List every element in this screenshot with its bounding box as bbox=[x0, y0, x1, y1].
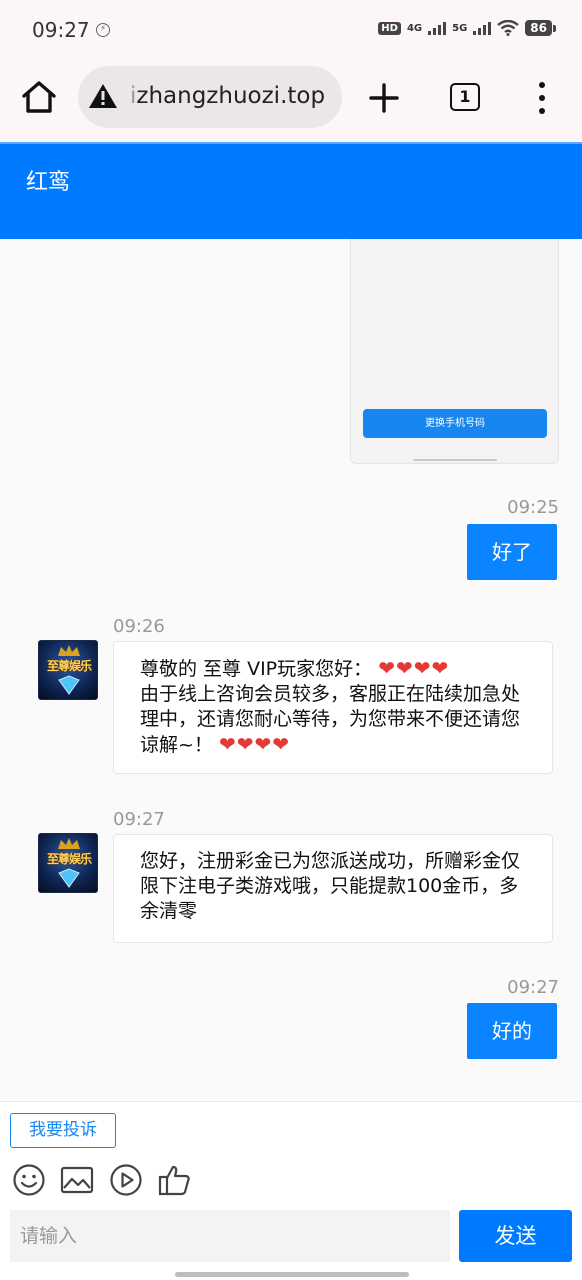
image-icon[interactable] bbox=[60, 1163, 94, 1197]
diamond-icon bbox=[58, 675, 80, 695]
status-time: 09:27 bbox=[32, 18, 90, 42]
browser-toolbar: izhangzhuozi.top 1 bbox=[0, 60, 582, 142]
app-header: 红鸾 bbox=[0, 142, 582, 239]
more-menu-icon[interactable] bbox=[532, 78, 552, 118]
outgoing-message: 好了 bbox=[467, 524, 557, 580]
page-title: 红鸾 bbox=[26, 170, 71, 195]
emoji-icon[interactable] bbox=[12, 1163, 46, 1197]
previous-message-card: 更换手机号码 bbox=[350, 239, 559, 464]
home-icon[interactable] bbox=[20, 78, 58, 116]
wifi-icon bbox=[497, 20, 520, 36]
message-timestamp: 09:26 bbox=[113, 616, 165, 637]
status-icons: HD 4G 5G 86 bbox=[378, 20, 556, 36]
message-greeting: 尊敬的 至尊 VIP玩家您好： bbox=[140, 658, 373, 680]
hearts-emoji: ❤❤❤❤ bbox=[378, 656, 450, 680]
status-bar: 09:27 ⚡ HD 4G 5G 86 bbox=[0, 0, 582, 60]
outgoing-message: 好的 bbox=[467, 1003, 557, 1059]
change-phone-button[interactable]: 更换手机号码 bbox=[363, 409, 547, 438]
input-area: 我要投诉 发送 bbox=[0, 1101, 582, 1280]
signal-icon-2 bbox=[473, 21, 492, 35]
signal-icon bbox=[428, 21, 447, 35]
play-icon[interactable] bbox=[109, 1163, 143, 1197]
tab-switcher-button[interactable]: 1 bbox=[450, 83, 480, 111]
incoming-message: 尊敬的 至尊 VIP玩家您好： ❤❤❤❤ 由于线上咨询会员较多，客服正在陆续加急… bbox=[113, 641, 553, 774]
diamond-icon bbox=[58, 868, 80, 888]
hd-badge: HD bbox=[378, 21, 401, 35]
network-4g-label: 4G bbox=[406, 22, 423, 34]
url-domain: zhangzhuozi.top bbox=[136, 83, 326, 109]
battery-indicator: 86 bbox=[525, 20, 556, 36]
message-timestamp: 09:27 bbox=[507, 977, 559, 998]
message-timestamp: 09:27 bbox=[113, 809, 165, 830]
message-input[interactable] bbox=[10, 1210, 450, 1262]
charging-icon: ⚡ bbox=[96, 23, 110, 37]
hearts-emoji: ❤❤❤❤ bbox=[218, 732, 290, 756]
network-5g-label: 5G bbox=[452, 22, 468, 34]
incoming-message: 您好，注册彩金已为您派送成功，所赠彩金仅限下注电子类游戏哦，只能提款100金币，… bbox=[113, 834, 553, 943]
avatar-label: 至尊娱乐 bbox=[46, 659, 92, 673]
warning-icon[interactable] bbox=[88, 82, 118, 110]
chat-area[interactable]: 更换手机号码 09:25 好了 09:26 至尊娱乐 尊敬的 至尊 VIP玩家您… bbox=[0, 239, 582, 1101]
avatar-label: 至尊娱乐 bbox=[46, 852, 92, 866]
agent-avatar[interactable]: 至尊娱乐 bbox=[38, 640, 98, 700]
url-text[interactable]: izhangzhuozi.top bbox=[130, 83, 325, 109]
complaint-button[interactable]: 我要投诉 bbox=[10, 1113, 116, 1148]
thumbs-up-icon[interactable] bbox=[158, 1163, 192, 1197]
plus-icon[interactable] bbox=[366, 80, 402, 116]
send-button[interactable]: 发送 bbox=[459, 1210, 572, 1262]
address-bar[interactable]: izhangzhuozi.top bbox=[78, 66, 342, 128]
card-divider bbox=[413, 459, 497, 461]
message-body: 由于线上咨询会员较多，客服正在陆续加急处理中，还请您耐心等待，为您带来不便还请您… bbox=[140, 683, 521, 756]
home-indicator[interactable] bbox=[175, 1272, 409, 1277]
agent-avatar[interactable]: 至尊娱乐 bbox=[38, 833, 98, 893]
crown-icon bbox=[58, 645, 80, 656]
crown-icon bbox=[58, 838, 80, 849]
message-timestamp: 09:25 bbox=[507, 497, 559, 518]
